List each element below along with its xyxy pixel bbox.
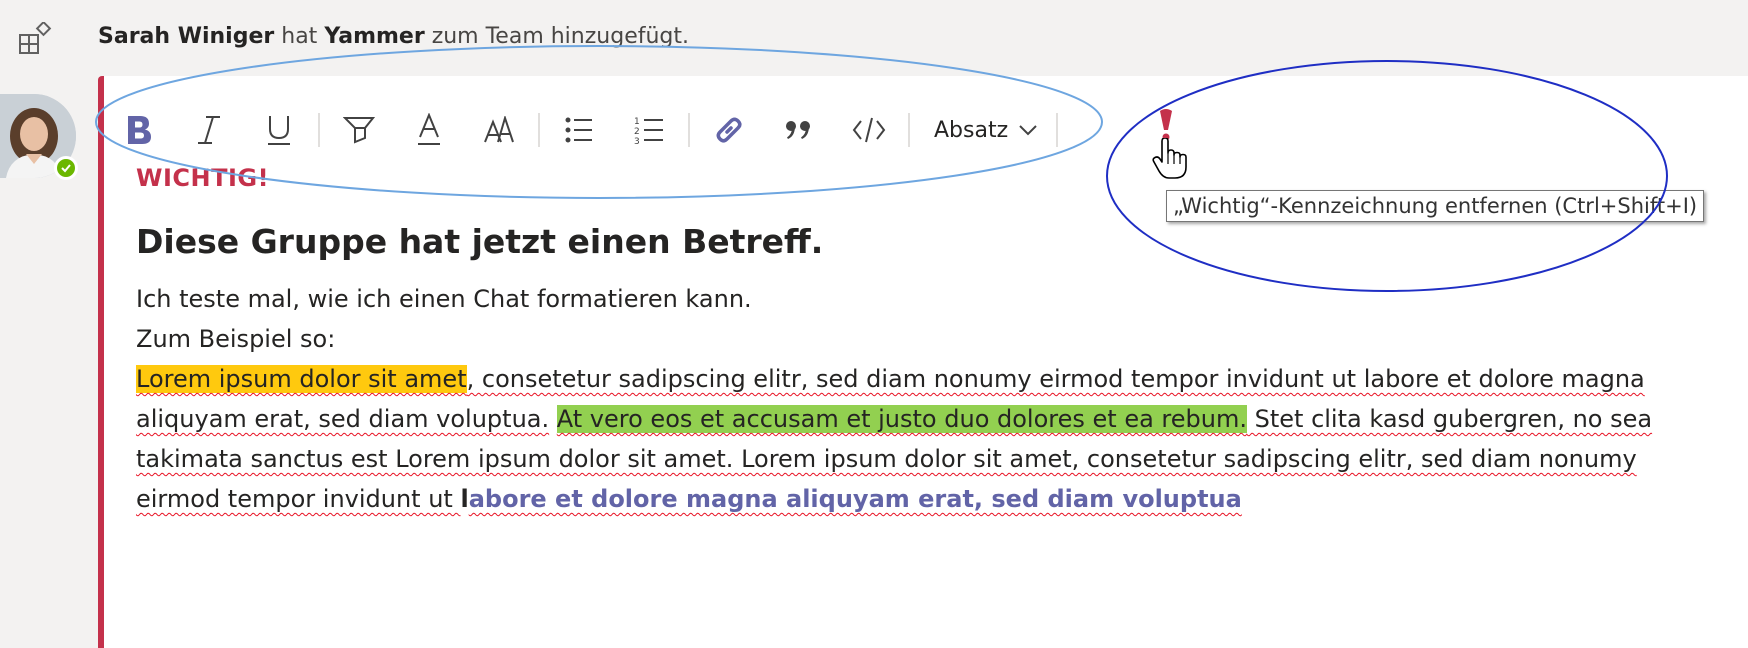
toolbar-divider [1056, 113, 1059, 147]
highlighter-icon [343, 117, 375, 144]
paragraph-style-dropdown[interactable]: Absatz [914, 102, 1048, 158]
underline-icon [268, 116, 290, 145]
font-color-icon [418, 113, 440, 145]
quote-icon [786, 121, 810, 139]
svg-text:2: 2 [634, 127, 640, 137]
numbered-list-button[interactable]: 1 2 3 [614, 102, 684, 158]
system-message-actor: Sarah Winiger [98, 24, 275, 49]
bold-button[interactable] [104, 102, 174, 158]
insert-link-button[interactable] [694, 102, 764, 158]
font-size-button[interactable] [464, 102, 534, 158]
paragraph-style-label: Absatz [934, 117, 1009, 143]
exclamation-icon [1160, 109, 1172, 141]
avatar[interactable] [0, 94, 78, 180]
yellow-highlight-text: Lorem ipsum dolor sit amet [136, 365, 467, 393]
svg-text:3: 3 [634, 137, 640, 145]
svg-text:1: 1 [634, 117, 640, 127]
italic-icon [198, 116, 220, 144]
font-size-icon [484, 116, 514, 143]
green-highlight-text: At vero eos et accusam et justo duo dolo… [556, 405, 1247, 433]
link-icon [716, 117, 742, 143]
system-message-app: Yammer [324, 24, 425, 49]
message-subject: Diese Gruppe hat jetzt einen Betreff. [136, 222, 824, 261]
important-label: WICHTIG! [136, 164, 270, 192]
toolbar-divider [688, 113, 690, 147]
highlight-button[interactable] [324, 102, 394, 158]
toolbar-divider [318, 113, 320, 147]
bold-purple-text: abore et dolore magna aliquyam erat, sed… [468, 485, 1242, 513]
message-content[interactable]: WICHTIG! Diese Gruppe hat jetzt einen Be… [136, 164, 1696, 519]
message-body: Ich teste mal, wie ich einen Chat format… [136, 279, 1696, 519]
apps-icon [18, 20, 52, 56]
body-line-2: Zum Beispiel so: [136, 325, 336, 353]
code-snippet-button[interactable] [834, 102, 904, 158]
body-paragraph: Lorem ipsum dolor sit amet, consetetur s… [136, 359, 1696, 519]
bold-text-start: l [460, 485, 469, 513]
underline-button[interactable] [244, 102, 314, 158]
system-message-rest: zum Team hinzugefügt. [431, 24, 690, 49]
italic-button[interactable] [174, 102, 244, 158]
toolbar-divider [538, 113, 540, 147]
presence-available-icon [54, 156, 78, 180]
code-icon [852, 117, 886, 143]
bulleted-list-button[interactable] [544, 102, 614, 158]
toolbar-divider [908, 113, 910, 147]
font-color-button[interactable] [394, 102, 464, 158]
system-message-verb: hat [281, 24, 318, 49]
bold-icon [128, 116, 151, 144]
system-message: Sarah Winiger hat Yammer zum Team hinzug… [98, 24, 689, 49]
format-toolbar: 1 2 3 Absatz [104, 100, 1062, 160]
chevron-down-icon [1019, 125, 1037, 136]
quote-button[interactable] [764, 102, 834, 158]
numbered-list-icon: 1 2 3 [634, 117, 663, 145]
body-line-1: Ich teste mal, wie ich einen Chat format… [136, 285, 752, 313]
bulleted-list-icon [565, 117, 592, 143]
